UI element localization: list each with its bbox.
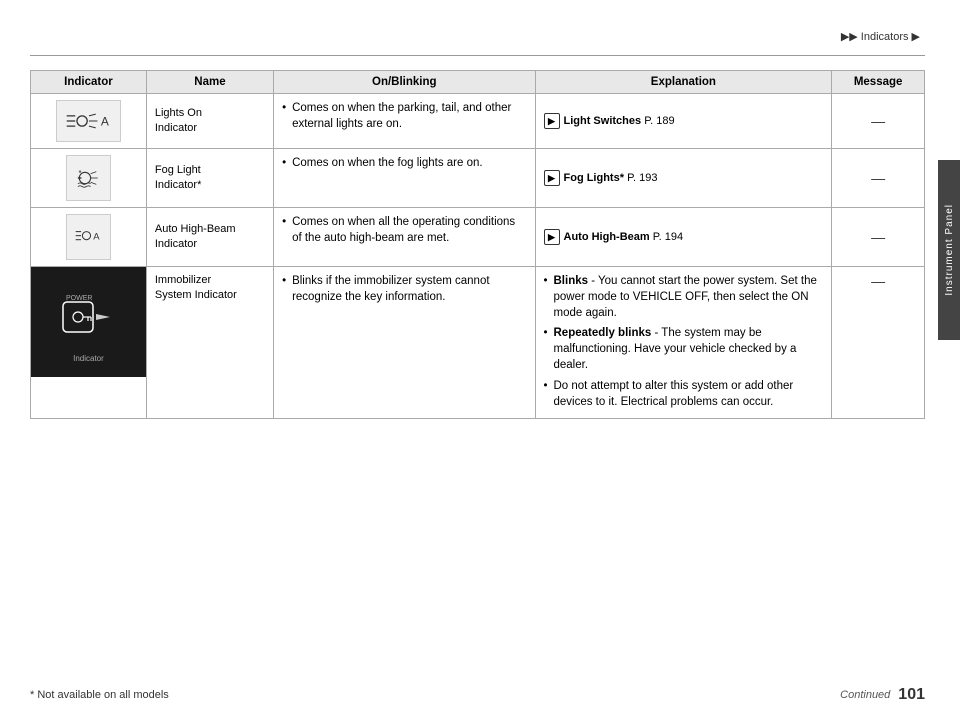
footer-right: Continued 101 [840,686,925,704]
ref-book-icon-3: ▶ [544,229,560,245]
fog-light-blinking-list: Comes on when the fog lights are on. [282,155,526,171]
col-name: Name [146,71,273,94]
fog-light-name-cell: Fog Light Indicator* [146,149,273,208]
svg-text:*: * [78,169,81,178]
immobilizer-indicator-cell: POWER Indicator [31,267,147,419]
immobilizer-svg: POWER [58,282,118,352]
immobilizer-icon-container: POWER Indicator [31,267,146,377]
lights-on-explanation-cell: ▶ Light Switches P. 189 [535,94,832,149]
top-rule [30,55,925,56]
immobilizer-blinking-cell: Blinks if the immobilizer system cannot … [274,267,535,419]
footnote-text: * Not available on all models [30,689,169,701]
auto-beam-svg: A [75,221,102,253]
col-on-blinking: On/Blinking [274,71,535,94]
ref-book-icon-2: ▶ [544,170,560,186]
fog-light-blinking-item: Comes on when the fog lights are on. [282,155,526,171]
auto-beam-name: Auto High-Beam Indicator [155,222,265,253]
immobilizer-name-cell: Immobilizer System Indicator [146,267,273,419]
immobilizer-explanation-rep: Repeatedly blinks - The system may be ma… [544,325,824,373]
lights-on-name: Lights On Indicator [155,106,265,137]
auto-beam-blinking-item: Comes on when all the operating conditio… [282,214,526,246]
continued-text: Continued [840,689,890,701]
col-explanation: Explanation [535,71,832,94]
breadcrumb-text: ▶▶ Indicators ▶ [841,30,920,43]
sidebar-label: Instrument Panel [944,204,955,296]
immobilizer-blinking-list: Blinks if the immobilizer system cannot … [282,273,526,305]
lights-on-blinking-item: Comes on when the parking, tail, and oth… [282,100,526,132]
fog-light-svg: * [75,162,102,194]
footer-area: * Not available on all models Continued … [30,686,925,704]
sidebar-tab: Instrument Panel [938,160,960,340]
svg-text:A: A [101,114,109,128]
lights-on-ref: ▶ Light Switches P. 189 [544,113,824,129]
auto-beam-message-cell: — [832,208,925,267]
svg-text:POWER: POWER [66,295,92,302]
table-header-row: Indicator Name On/Blinking Explanation M… [31,71,925,94]
svg-text:A: A [93,232,100,243]
auto-beam-explanation-cell: ▶ Auto High-Beam P. 194 [535,208,832,267]
immobilizer-explanation-cell: Blinks - You cannot start the power syst… [535,267,832,419]
immobilizer-blinking-item: Blinks if the immobilizer system cannot … [282,273,526,305]
fog-light-ref: ▶ Fog Lights* P. 193 [544,170,824,186]
lights-on-message-cell: — [832,94,925,149]
col-indicator: Indicator [31,71,147,94]
immobilizer-message-cell: — [832,267,925,419]
page-container: Instrument Panel ▶▶ Indicators ▶ Indicat… [0,0,960,722]
lights-on-svg: A [65,107,112,135]
ref-book-icon: ▶ [544,113,560,129]
lights-on-ref-text: Light Switches P. 189 [564,115,675,127]
col-message: Message [832,71,925,94]
auto-beam-name-cell: Auto High-Beam Indicator [146,208,273,267]
table-row: * Fo [31,149,925,208]
fog-light-icon: * [66,155,111,201]
auto-beam-indicator-cell: A [31,208,147,267]
lights-on-blinking-cell: Comes on when the parking, tail, and oth… [274,94,535,149]
lights-on-blinking-list: Comes on when the parking, tail, and oth… [282,100,526,132]
table-row: A Lights On Indicator Comes on when the … [31,94,925,149]
table-row: POWER Indicator Immobili [31,267,925,419]
fog-light-ref-text: Fog Lights* P. 193 [564,172,658,184]
auto-beam-ref: ▶ Auto High-Beam P. 194 [544,229,824,245]
indicators-table: Indicator Name On/Blinking Explanation M… [30,70,925,419]
immobilizer-explanation-blinks: Blinks - You cannot start the power syst… [544,273,824,321]
table-row: A Auto High-Beam Indicator Comes on when… [31,208,925,267]
immobilizer-name: Immobilizer System Indicator [155,273,265,304]
page-number: 101 [898,686,925,704]
fog-light-blinking-cell: Comes on when the fog lights are on. [274,149,535,208]
lights-on-icon: A [56,100,121,142]
lights-on-indicator-cell: A [31,94,147,149]
fog-light-name: Fog Light Indicator* [155,163,265,194]
fog-light-indicator-cell: * [31,149,147,208]
fog-light-explanation-cell: ▶ Fog Lights* P. 193 [535,149,832,208]
auto-beam-ref-text: Auto High-Beam P. 194 [564,231,684,243]
header-breadcrumb: ▶▶ Indicators ▶ [841,30,920,43]
auto-beam-blinking-list: Comes on when all the operating conditio… [282,214,526,246]
immobilizer-explanation-list: Blinks - You cannot start the power syst… [544,273,824,410]
fog-light-message-cell: — [832,149,925,208]
immobilizer-caption-label: Indicator [73,354,104,363]
main-content: Indicator Name On/Blinking Explanation M… [30,70,925,672]
lights-on-name-cell: Lights On Indicator [146,94,273,149]
auto-beam-icon: A [66,214,111,260]
immobilizer-explanation-extra: Do not attempt to alter this system or a… [544,378,824,410]
auto-beam-blinking-cell: Comes on when all the operating conditio… [274,208,535,267]
